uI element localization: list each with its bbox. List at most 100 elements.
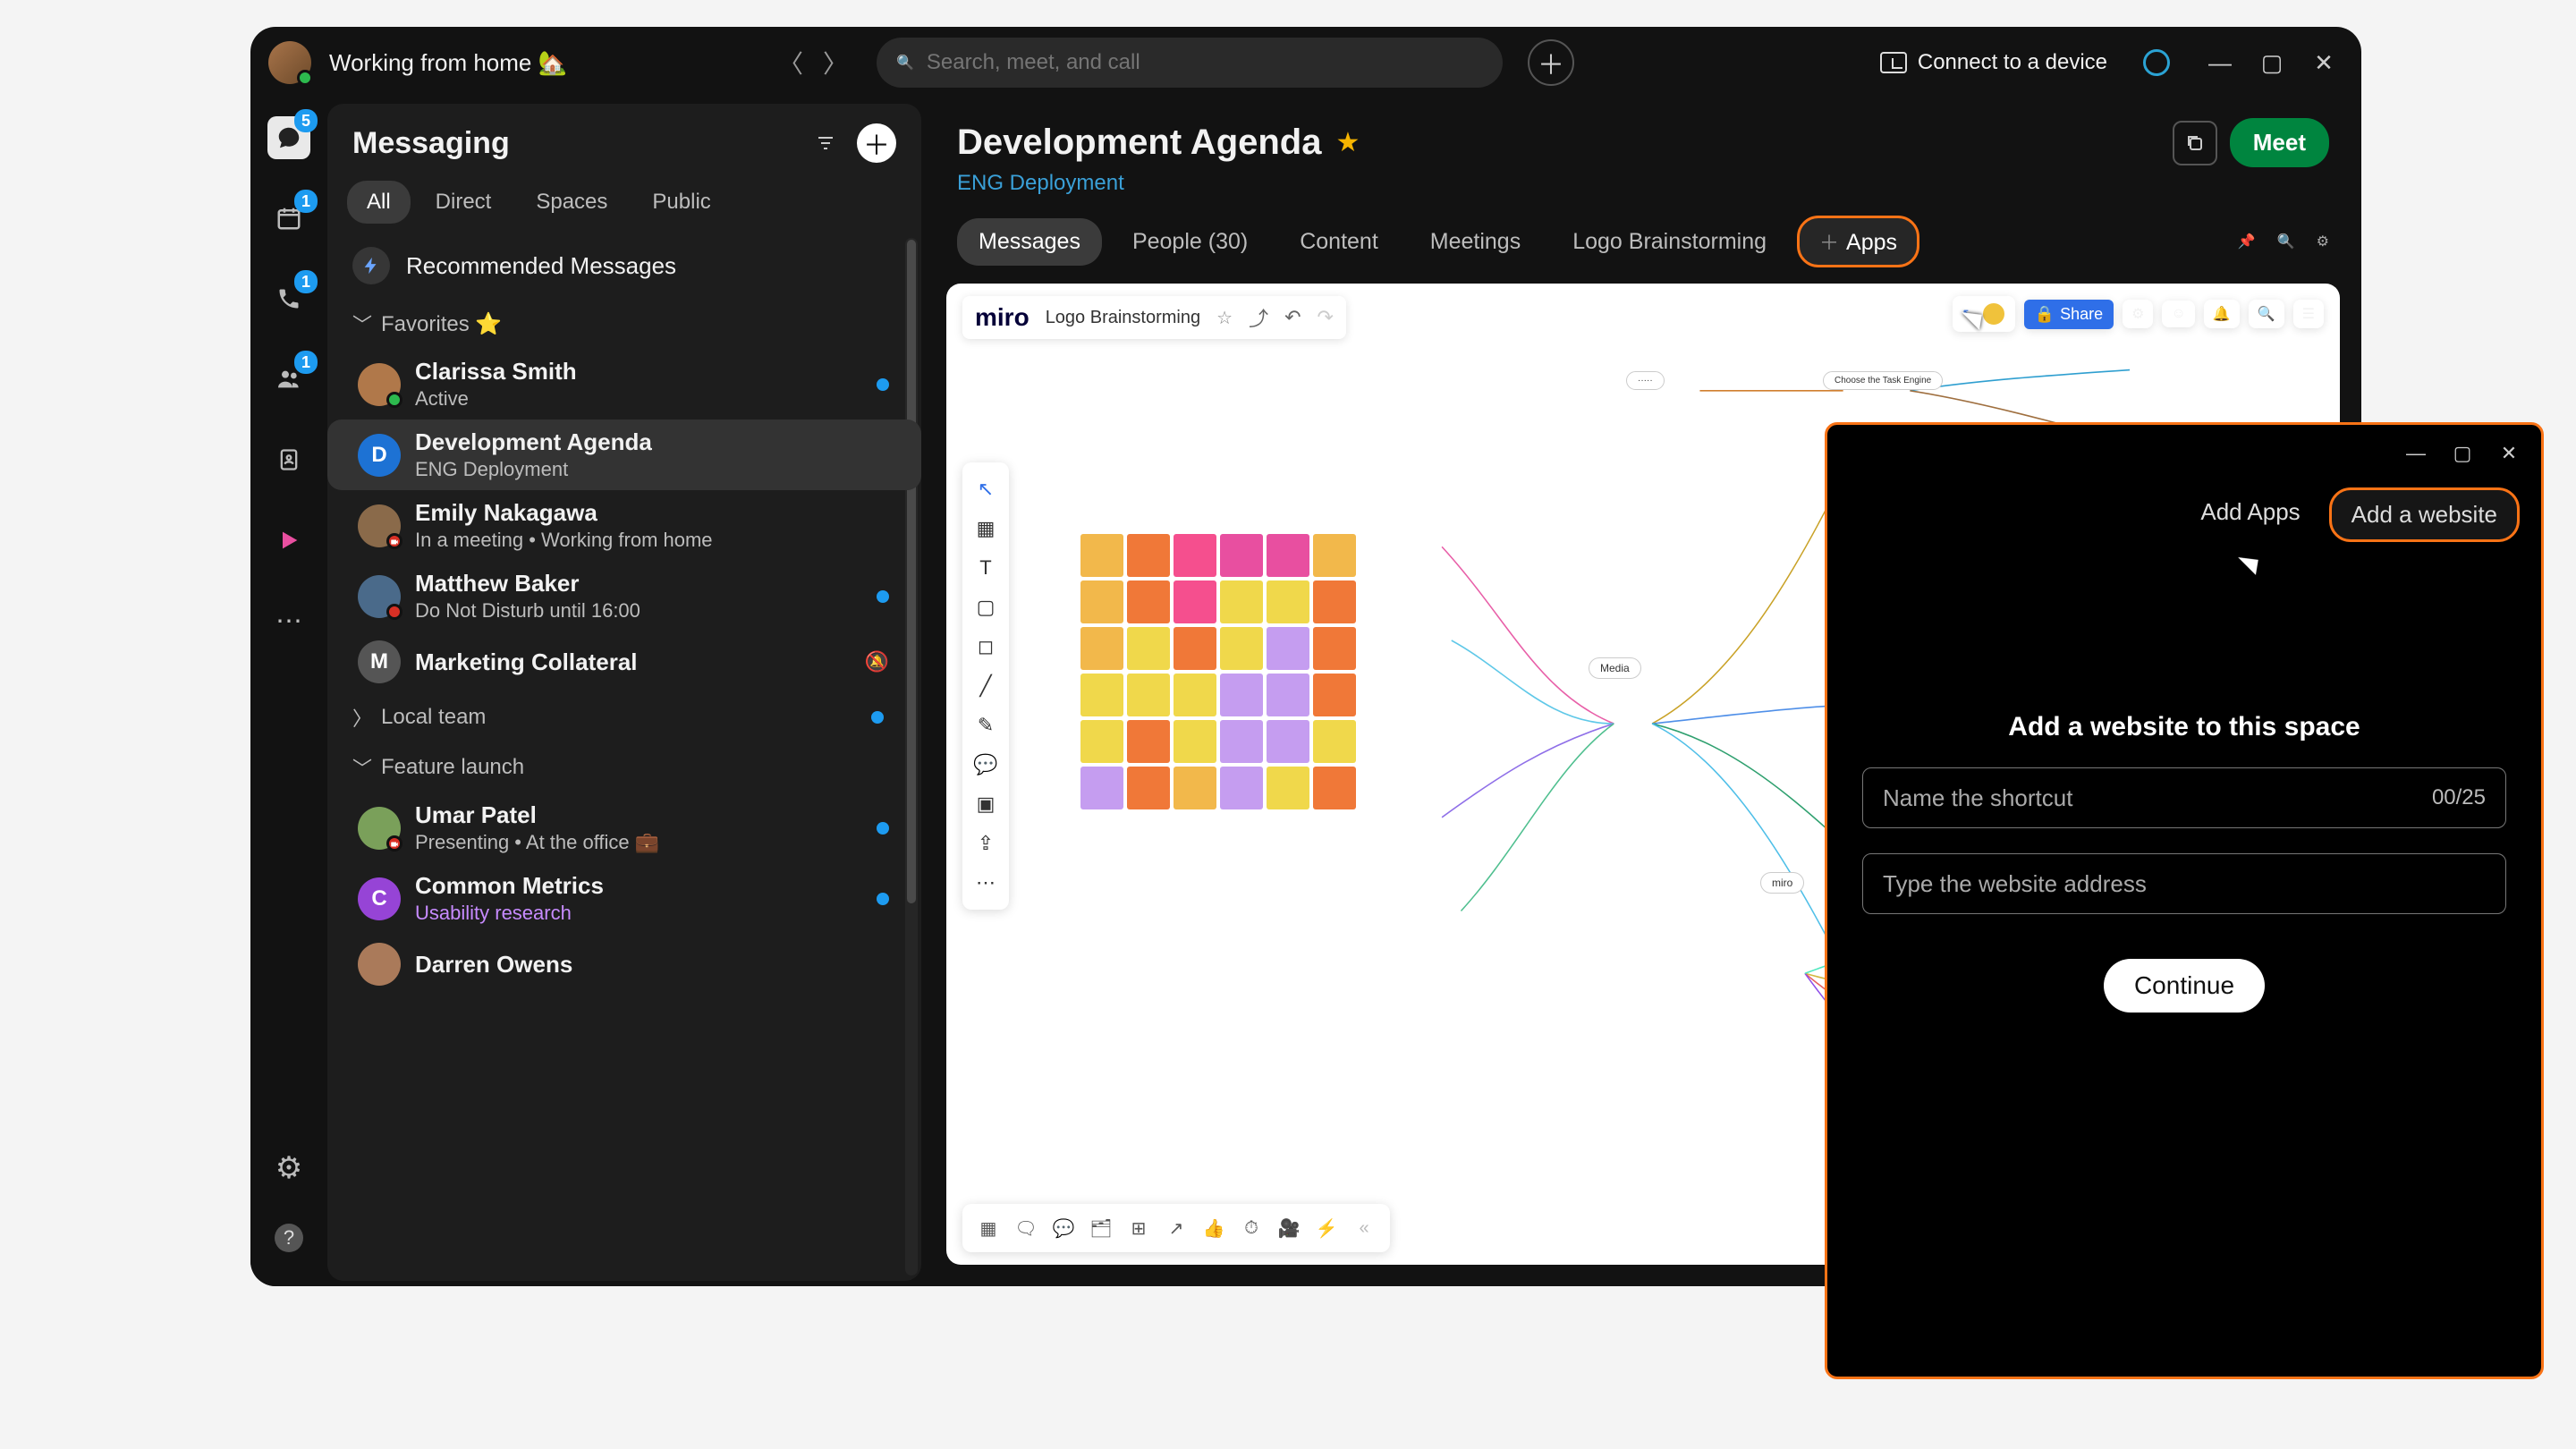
search-tab-icon[interactable]: 🔍	[2277, 233, 2295, 250]
section-feature-launch[interactable]: ﹀ Feature launch	[327, 742, 921, 792]
tab-public[interactable]: Public	[632, 181, 730, 224]
tab-messages[interactable]: Messages	[957, 218, 1102, 266]
connect-device[interactable]: Connect to a device	[1880, 50, 2107, 75]
sticky-note[interactable]	[1220, 674, 1263, 716]
contact-row[interactable]: DDevelopment AgendaENG Deployment	[327, 419, 921, 490]
sticky-note[interactable]	[1220, 534, 1263, 577]
sticky-note[interactable]	[1313, 767, 1356, 809]
miro-star-icon[interactable]: ☆	[1216, 307, 1233, 329]
contact-row[interactable]: Clarissa SmithActive	[327, 349, 921, 419]
sticky-note[interactable]	[1174, 720, 1216, 763]
miro-pen-tool[interactable]: ✎	[968, 708, 1004, 743]
tab-spaces[interactable]: Spaces	[516, 181, 627, 224]
miro-bt-1[interactable]: ▦	[971, 1211, 1005, 1245]
filter-button[interactable]	[807, 124, 844, 162]
miro-text-tool[interactable]: T	[968, 550, 1004, 586]
sticky-note[interactable]	[1220, 580, 1263, 623]
miro-shape-tool[interactable]: ◻	[968, 629, 1004, 665]
sticky-note[interactable]	[1267, 720, 1309, 763]
miro-more-tools[interactable]: ⋯	[968, 865, 1004, 901]
mm-node-media[interactable]: Media	[1589, 657, 1641, 679]
rail-calendar[interactable]: 1	[267, 197, 310, 240]
sticky-note[interactable]	[1080, 627, 1123, 670]
miro-bt-collapse[interactable]: «	[1347, 1211, 1381, 1245]
tab-add-website[interactable]: Add a website	[2329, 487, 2520, 542]
sticky-note[interactable]	[1313, 534, 1356, 577]
tab-logo-brainstorming[interactable]: Logo Brainstorming	[1551, 218, 1788, 266]
miro-bt-4[interactable]: 🗂	[1084, 1211, 1118, 1245]
miro-bt-6[interactable]: ↗	[1159, 1211, 1193, 1245]
miro-bt-8[interactable]: ⏱	[1234, 1211, 1268, 1245]
meet-button[interactable]: Meet	[2230, 118, 2329, 167]
user-avatar[interactable]	[268, 41, 311, 84]
contact-row[interactable]: Umar PatelPresenting • At the office 💼	[327, 792, 921, 863]
miro-settings-icon[interactable]: ⚙	[2123, 300, 2153, 328]
website-url-input[interactable]	[1883, 870, 2486, 898]
miro-search-icon[interactable]: 🔍	[2249, 300, 2284, 328]
sticky-note[interactable]	[1220, 767, 1263, 809]
continue-button[interactable]: Continue	[2104, 959, 2265, 1013]
miro-bt-2[interactable]: 🗨	[1009, 1211, 1043, 1245]
window-maximize-button[interactable]: ▢	[2252, 43, 2292, 82]
miro-bt-7[interactable]: 👍	[1197, 1211, 1231, 1245]
rail-help[interactable]: ?	[267, 1216, 310, 1259]
mm-node-miro[interactable]: miro	[1760, 872, 1804, 894]
sticky-note[interactable]	[1080, 534, 1123, 577]
miro-line-tool[interactable]: ╱	[968, 668, 1004, 704]
miro-bt-5[interactable]: ⊞	[1122, 1211, 1156, 1245]
window-minimize-button[interactable]: —	[2200, 43, 2240, 82]
miro-sidebar-icon[interactable]: ☰	[2293, 300, 2324, 328]
sticky-note[interactable]	[1267, 674, 1309, 716]
star-icon[interactable]: ★	[1335, 127, 1360, 158]
sticky-note[interactable]	[1080, 767, 1123, 809]
sticky-note[interactable]	[1267, 580, 1309, 623]
rail-chat[interactable]: 5	[267, 116, 310, 159]
tab-people[interactable]: People (30)	[1111, 218, 1269, 266]
miro-reactions-icon[interactable]: ☺	[2162, 301, 2194, 327]
section-local-team[interactable]: 〉 Local team	[327, 692, 921, 742]
miro-comment-tool[interactable]: 💬	[968, 747, 1004, 783]
miro-select-tool[interactable]: ↖	[968, 471, 1004, 507]
sticky-note[interactable]	[1127, 720, 1170, 763]
miro-upload-tool[interactable]: ⇪	[968, 826, 1004, 861]
rail-teams[interactable]: 1	[267, 358, 310, 401]
sticky-note[interactable]	[1127, 534, 1170, 577]
tab-content[interactable]: Content	[1278, 218, 1400, 266]
rail-more[interactable]: ⋯	[267, 599, 310, 642]
mm-node-top2[interactable]: Choose the Task Engine	[1823, 371, 1943, 390]
miro-board-title[interactable]: Logo Brainstorming	[1046, 308, 1200, 328]
rail-contacts[interactable]	[267, 438, 310, 481]
miro-bell-icon[interactable]: 🔔	[2204, 300, 2240, 328]
tab-all[interactable]: All	[347, 181, 411, 224]
shortcut-name-input[interactable]	[1883, 784, 2432, 812]
nav-forward-button[interactable]: 〉	[816, 43, 855, 82]
sticky-grid[interactable]	[1080, 534, 1356, 809]
sticky-note[interactable]	[1080, 720, 1123, 763]
sticky-note[interactable]	[1267, 767, 1309, 809]
sticky-note[interactable]	[1220, 720, 1263, 763]
miro-sticky-tool[interactable]: ▢	[968, 589, 1004, 625]
sticky-note[interactable]	[1080, 580, 1123, 623]
sticky-note[interactable]	[1267, 627, 1309, 670]
sticky-note[interactable]	[1127, 767, 1170, 809]
miro-template-tool[interactable]: ▦	[968, 511, 1004, 547]
contact-row[interactable]: Emily NakagawaIn a meeting • Working fro…	[327, 490, 921, 561]
mm-node-top[interactable]: ·····	[1626, 371, 1665, 390]
nav-back-button[interactable]: 〈	[771, 43, 810, 82]
new-action-button[interactable]: ＋	[1528, 39, 1574, 86]
miro-redo-icon[interactable]: ↷	[1318, 306, 1334, 329]
rail-settings[interactable]: ⚙	[267, 1147, 310, 1190]
rail-media[interactable]	[267, 519, 310, 562]
sticky-note[interactable]	[1313, 580, 1356, 623]
sticky-note[interactable]	[1313, 674, 1356, 716]
settings-tab-icon[interactable]: ⚙	[2317, 233, 2329, 250]
rail-calls[interactable]: 1	[267, 277, 310, 320]
miro-bt-3[interactable]: 💬	[1046, 1211, 1080, 1245]
space-subtitle[interactable]: ENG Deployment	[957, 171, 2329, 196]
dialog-maximize-button[interactable]: ▢	[2445, 436, 2480, 471]
copy-link-button[interactable]	[2173, 121, 2217, 165]
contact-row[interactable]: Darren Owens	[327, 934, 921, 995]
tab-meetings[interactable]: Meetings	[1409, 218, 1542, 266]
miro-export-icon[interactable]: ⤴	[1249, 303, 1268, 332]
window-close-button[interactable]: ✕	[2304, 43, 2343, 82]
